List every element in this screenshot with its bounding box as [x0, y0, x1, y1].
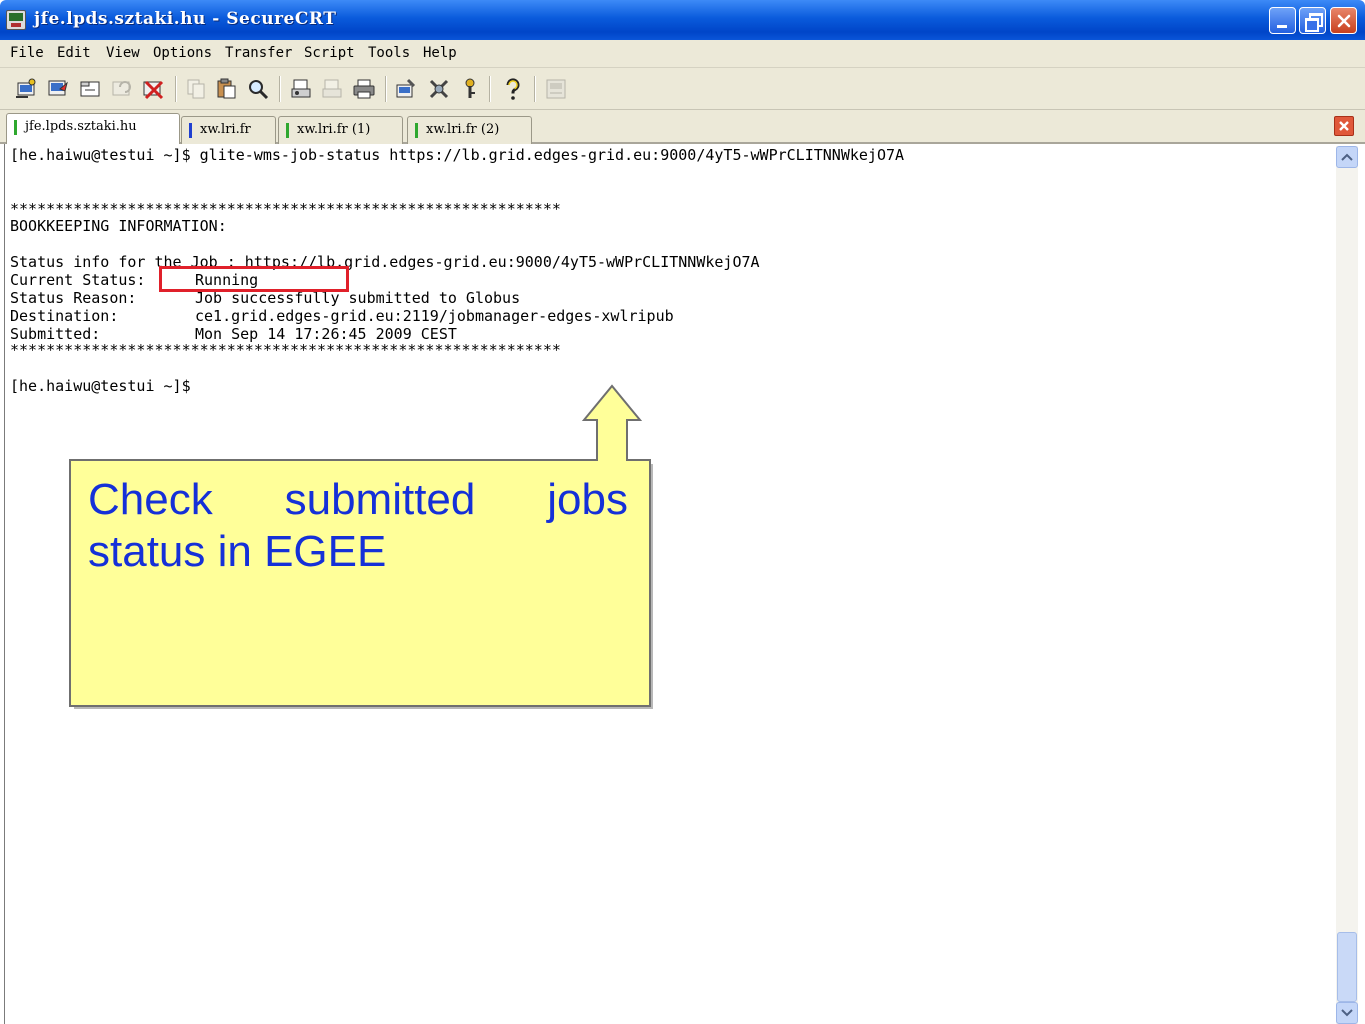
print-setup-icon[interactable] — [289, 77, 313, 101]
callout-line-1: Check submitted jobs — [88, 474, 628, 526]
close-tab-button[interactable] — [1334, 116, 1354, 136]
securecrt-app-icon[interactable] — [6, 10, 26, 30]
tab-status-indicator — [286, 123, 289, 138]
toolbar-separator — [279, 76, 281, 102]
find-icon[interactable] — [246, 77, 270, 101]
running-status-highlight — [159, 266, 349, 292]
menu-view[interactable]: View — [106, 45, 140, 61]
print-icon[interactable] — [352, 77, 376, 101]
tab-status-indicator — [14, 120, 17, 135]
vertical-scrollbar[interactable] — [1336, 146, 1358, 1024]
menu-options[interactable]: Options — [153, 45, 212, 61]
chevron-down-icon — [1341, 1009, 1353, 1017]
menu-edit[interactable]: Edit — [57, 45, 91, 61]
tab-label: jfe.lpds.sztaki.hu — [25, 119, 137, 134]
close-button[interactable] — [1330, 7, 1357, 34]
scroll-thumb[interactable] — [1337, 932, 1357, 1002]
callout-text: Check submitted jobs status in EGEE — [88, 474, 628, 578]
session-options-icon[interactable] — [394, 77, 418, 101]
command-line: [he.haiwu@testui ~]$ glite-wms-job-statu… — [10, 146, 905, 164]
window-title: jfe.lpds.sztaki.hu - SecureCRT — [34, 9, 337, 29]
tab-label: xw.lri.fr (2) — [426, 122, 500, 137]
scroll-up-button[interactable] — [1336, 146, 1358, 168]
quick-connect-icon[interactable] — [46, 77, 70, 101]
toolbar — [0, 68, 1365, 110]
scroll-down-button[interactable] — [1336, 1002, 1358, 1024]
separator-stars: ****************************************… — [10, 341, 561, 359]
restore-button[interactable] — [1299, 7, 1326, 34]
keymap-icon[interactable] — [458, 77, 482, 101]
current-status-label: Current Status: — [10, 271, 146, 289]
destination-label: Destination: — [10, 307, 119, 325]
title-bar[interactable]: jfe.lpds.sztaki.hu - SecureCRT — [0, 0, 1365, 40]
status-reason-label: Status Reason: — [10, 289, 137, 307]
callout-line-2: status in EGEE — [88, 527, 387, 576]
tab-status-indicator — [415, 123, 418, 138]
tab-status-indicator — [189, 123, 192, 138]
session-tab-bar: jfe.lpds.sztaki.hu xw.lri.fr xw.lri.fr (… — [0, 110, 1365, 146]
print-selection-icon[interactable] — [320, 77, 344, 101]
tab-jfe-lpds-sztaki[interactable]: jfe.lpds.sztaki.hu — [6, 113, 180, 146]
tab-label: xw.lri.fr — [200, 122, 251, 137]
tab-label: xw.lri.fr (1) — [297, 122, 371, 137]
callout-word: Check — [88, 475, 213, 524]
menu-file[interactable]: File — [10, 45, 44, 61]
disconnect-icon[interactable] — [141, 77, 165, 101]
menu-help[interactable]: Help — [423, 45, 457, 61]
copy-icon[interactable] — [184, 77, 208, 101]
close-icon — [1339, 121, 1349, 131]
toolbar-separator — [175, 76, 177, 102]
connect-in-tab-icon[interactable] — [78, 77, 102, 101]
menu-bar: File Edit View Options Transfer Script T… — [0, 40, 1365, 68]
connect-icon[interactable] — [14, 77, 38, 101]
callout-word: submitted — [284, 475, 476, 524]
toolbar-separator — [385, 76, 387, 102]
destination-value: ce1.grid.edges-grid.eu:2119/jobmanager-e… — [195, 307, 674, 325]
tab-xw-lri[interactable]: xw.lri.fr — [181, 116, 276, 144]
sftp-icon[interactable] — [544, 77, 568, 101]
bookkeeping-heading: BOOKKEEPING INFORMATION: — [10, 217, 227, 235]
close-icon — [1337, 14, 1351, 28]
help-icon[interactable] — [501, 77, 525, 101]
paste-icon[interactable] — [214, 77, 238, 101]
tab-xw-lri-2[interactable]: xw.lri.fr (2) — [407, 116, 532, 144]
reconnect-icon[interactable] — [110, 77, 134, 101]
callout-word: jobs — [547, 475, 628, 524]
global-options-icon[interactable] — [427, 77, 451, 101]
menu-transfer[interactable]: Transfer — [225, 45, 292, 61]
menu-script[interactable]: Script — [304, 45, 355, 61]
menu-tools[interactable]: Tools — [368, 45, 410, 61]
tab-xw-lri-1[interactable]: xw.lri.fr (1) — [278, 116, 403, 144]
chevron-up-icon — [1341, 153, 1353, 161]
minimize-button[interactable] — [1269, 7, 1296, 34]
toolbar-separator — [489, 76, 491, 102]
separator-stars: ****************************************… — [10, 200, 561, 218]
toolbar-separator — [534, 76, 536, 102]
status-info-line: Status info for the Job : https://lb.gri… — [10, 253, 760, 271]
